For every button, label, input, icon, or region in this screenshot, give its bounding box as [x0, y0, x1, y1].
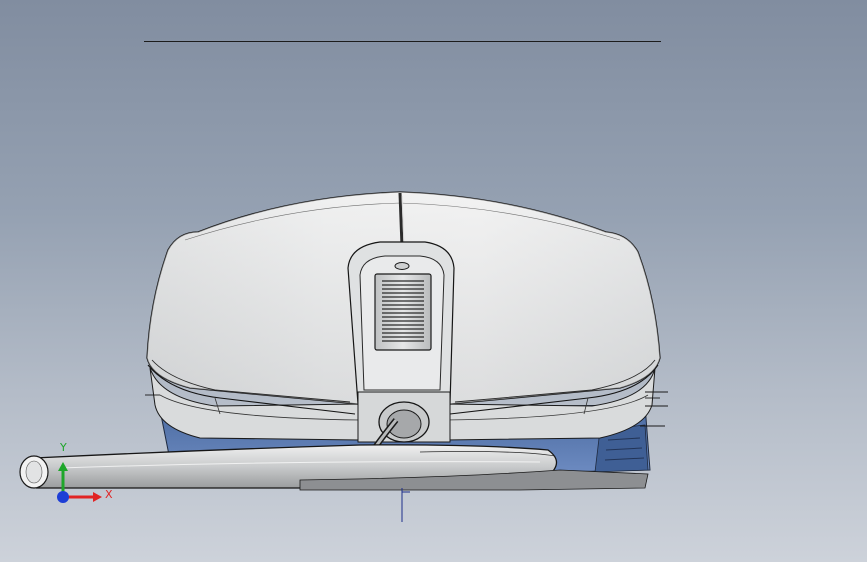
dpi-indicator [394, 262, 410, 270]
axis-x-label: X [105, 488, 113, 501]
axis-y-label: Y [60, 441, 67, 454]
graphics-viewport[interactable]: X Y [0, 0, 867, 562]
coordinate-triad: X Y [50, 440, 120, 510]
mouse-3d-model[interactable] [0, 0, 867, 562]
scroll-channel [347, 241, 455, 405]
origin-marker [401, 488, 410, 522]
